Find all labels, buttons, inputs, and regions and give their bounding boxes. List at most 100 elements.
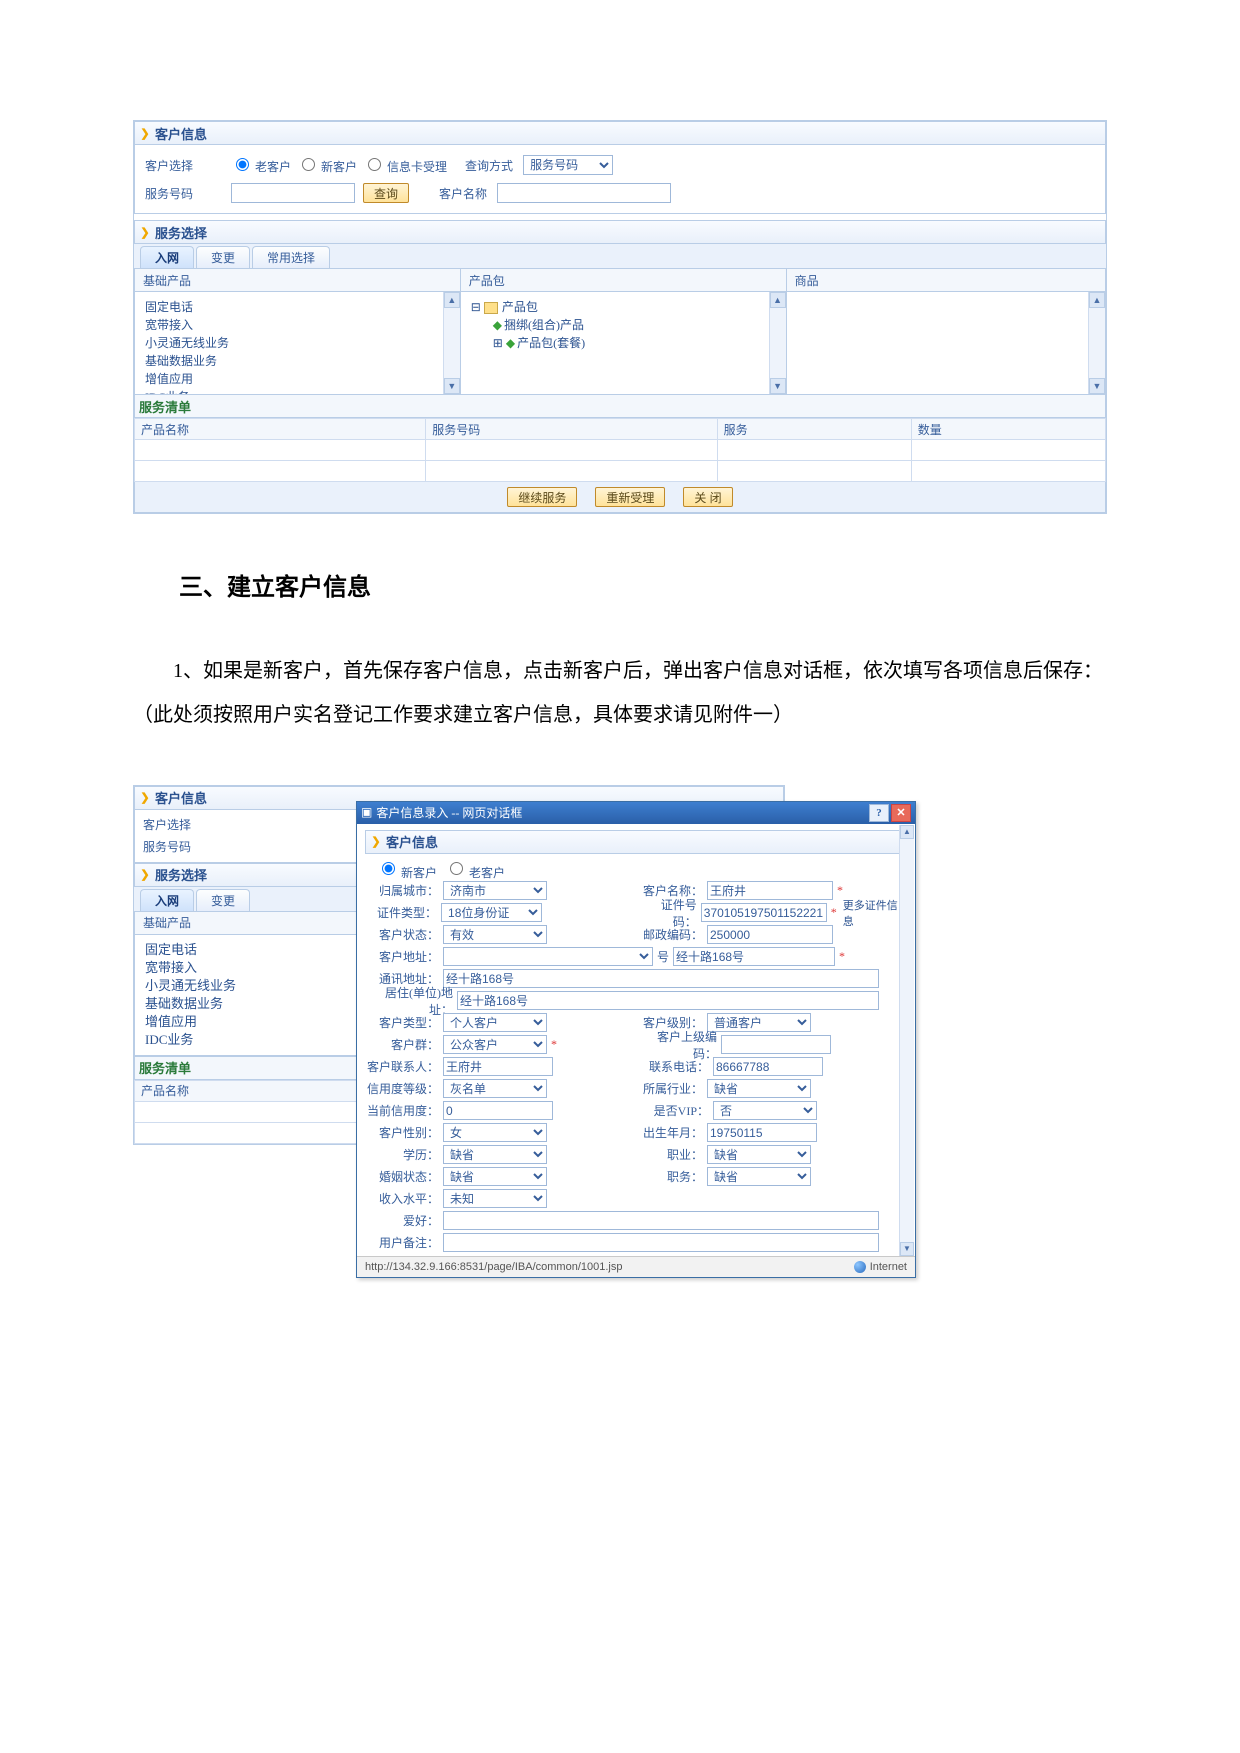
input-zip[interactable] <box>707 925 833 944</box>
leaf-icon: ◆ <box>506 336 515 350</box>
label-customer-name: 客户名称 <box>439 185 487 202</box>
select-addr[interactable] <box>443 947 653 966</box>
input-remark[interactable] <box>443 1233 879 1252</box>
scrollbar[interactable]: ▲ ▼ <box>443 292 460 394</box>
dialog-title: 客户信息录入 -- 网页对话框 <box>376 804 522 821</box>
input-parent[interactable] <box>721 1035 831 1054</box>
input-addr-detail[interactable] <box>673 947 835 966</box>
select-cgroup[interactable]: 公众客户 <box>443 1035 547 1054</box>
label-duty: 职务： <box>643 1168 707 1185</box>
section-customer-info: ❯ 客户信息 <box>134 121 1106 145</box>
footer-buttons: 继续服务 重新受理 关 闭 <box>134 482 1106 513</box>
scroll-up-icon[interactable]: ▲ <box>1089 292 1105 308</box>
label-job: 职业： <box>643 1146 707 1163</box>
tab-change[interactable]: 变更 <box>196 889 250 911</box>
dialog-statusbar: http://134.32.9.166:8531/page/IBA/common… <box>357 1256 915 1277</box>
list-item[interactable]: 宽带接入 <box>145 316 450 334</box>
col-header-basic: 基础产品 <box>135 269 460 292</box>
tab-change[interactable]: 变更 <box>196 246 250 268</box>
input-idno[interactable] <box>701 903 827 922</box>
close-button[interactable]: 关 闭 <box>683 487 732 507</box>
tab-join[interactable]: 入网 <box>140 889 194 911</box>
section-customer-info: ❯客户信息 <box>365 830 907 854</box>
scroll-down-icon[interactable]: ▼ <box>770 378 786 394</box>
tab-common[interactable]: 常用选择 <box>252 246 330 268</box>
input-hobby[interactable] <box>443 1211 879 1230</box>
required-icon: * <box>839 949 845 964</box>
close-button[interactable]: ✕ <box>891 804 911 822</box>
label-service-no: 服务号码 <box>143 838 191 855</box>
tree-node[interactable]: ⊞ ◆产品包(套餐) <box>471 334 776 352</box>
chevron-right-icon: ❯ <box>370 836 382 848</box>
input-curcredit <box>443 1101 553 1120</box>
paragraph: 1、如果是新客户，首先保存客户信息，点击新客户后，弹出客户信息对话框，依次填写各… <box>133 649 1107 737</box>
select-duty[interactable]: 缺省 <box>707 1167 811 1186</box>
tree-node[interactable]: ⊟ 产品包 <box>471 298 776 316</box>
input-custname[interactable] <box>707 881 833 900</box>
select-city[interactable]: 济南市 <box>443 881 547 900</box>
th-qty: 数量 <box>911 419 1105 440</box>
select-vip[interactable]: 否 <box>713 1101 817 1120</box>
screenshot-bottom: ❯客户信息 客户选择 服务号码 ❯服务选择 入网变更 基础产品 固定电话 宽带接… <box>133 785 1107 1145</box>
help-button[interactable]: ? <box>869 804 889 822</box>
dialog-scrollbar[interactable]: ▲▼ <box>899 825 914 1256</box>
input-phone[interactable] <box>713 1057 823 1076</box>
select-clevel[interactable]: 普通客户 <box>707 1013 811 1032</box>
select-job[interactable]: 缺省 <box>707 1145 811 1164</box>
label-idno: 证件号码： <box>638 896 700 930</box>
folder-icon <box>484 302 498 314</box>
label-sex: 客户性别： <box>365 1124 443 1141</box>
scroll-down-icon[interactable]: ▼ <box>444 378 460 394</box>
section-title: 客户信息 <box>155 124 207 143</box>
radio-new-customer[interactable]: 新客户 <box>377 857 437 881</box>
scrollbar[interactable]: ▲ ▼ <box>769 292 786 394</box>
list-item[interactable]: 小灵通无线业务 <box>145 334 450 352</box>
select-income[interactable]: 未知 <box>443 1189 547 1208</box>
label-contact: 客户联系人： <box>365 1058 443 1075</box>
label-status: 客户状态： <box>365 926 443 943</box>
select-sex[interactable]: 女 <box>443 1123 547 1142</box>
input-liveaddr[interactable] <box>457 991 879 1010</box>
input-commaddr[interactable] <box>443 969 879 988</box>
select-ctype[interactable]: 个人客户 <box>443 1013 547 1032</box>
list-item[interactable]: IDC业务 <box>145 388 450 394</box>
th-product: 产品名称 <box>135 419 426 440</box>
select-credit[interactable]: 灰名单 <box>443 1079 547 1098</box>
input-contact[interactable] <box>443 1057 553 1076</box>
tree-node[interactable]: ◆捆绑(组合)产品 <box>471 316 776 334</box>
customer-info-dialog: ▣客户信息录入 -- 网页对话框 ? ✕ ▲▼ ❯客户信息 新客户 老客户 归属… <box>356 801 916 1278</box>
scroll-down-icon[interactable]: ▼ <box>900 1242 914 1256</box>
input-customer-name[interactable] <box>497 183 671 203</box>
radio-old-customer[interactable]: 老客户 <box>445 857 505 881</box>
input-birth[interactable] <box>707 1123 817 1142</box>
select-status[interactable]: 有效 <box>443 925 547 944</box>
radio-new-customer[interactable]: 新客户 <box>297 155 357 175</box>
chevron-right-icon: ❯ <box>139 226 151 238</box>
tab-join[interactable]: 入网 <box>140 246 194 268</box>
select-idtype[interactable]: 18位身份证 <box>441 903 542 922</box>
label-edu: 学历： <box>365 1146 443 1163</box>
list-item[interactable]: 增值应用 <box>145 370 450 388</box>
select-edu[interactable]: 缺省 <box>443 1145 547 1164</box>
leaf-icon: ◆ <box>493 318 502 332</box>
chevron-right-icon: ❯ <box>139 792 151 804</box>
radio-old-customer[interactable]: 老客户 <box>231 155 291 175</box>
label-credit: 信用度等级： <box>365 1080 443 1097</box>
th-service: 服务 <box>717 419 911 440</box>
input-service-no[interactable] <box>231 183 355 203</box>
select-query-mode[interactable]: 服务号码 <box>523 155 613 175</box>
link-more-id[interactable]: 更多证件信息 <box>843 897 907 929</box>
continue-button[interactable]: 继续服务 <box>507 487 577 507</box>
scrollbar[interactable]: ▲ ▼ <box>1088 292 1105 394</box>
scroll-up-icon[interactable]: ▲ <box>444 292 460 308</box>
query-button[interactable]: 查询 <box>363 183 409 203</box>
list-item[interactable]: 基础数据业务 <box>145 352 450 370</box>
scroll-up-icon[interactable]: ▲ <box>770 292 786 308</box>
select-industry[interactable]: 缺省 <box>707 1079 811 1098</box>
select-marital[interactable]: 缺省 <box>443 1167 547 1186</box>
list-item[interactable]: 固定电话 <box>145 298 450 316</box>
scroll-up-icon[interactable]: ▲ <box>900 825 914 839</box>
scroll-down-icon[interactable]: ▼ <box>1089 378 1105 394</box>
radio-card[interactable]: 信息卡受理 <box>363 155 447 175</box>
redo-button[interactable]: 重新受理 <box>595 487 665 507</box>
